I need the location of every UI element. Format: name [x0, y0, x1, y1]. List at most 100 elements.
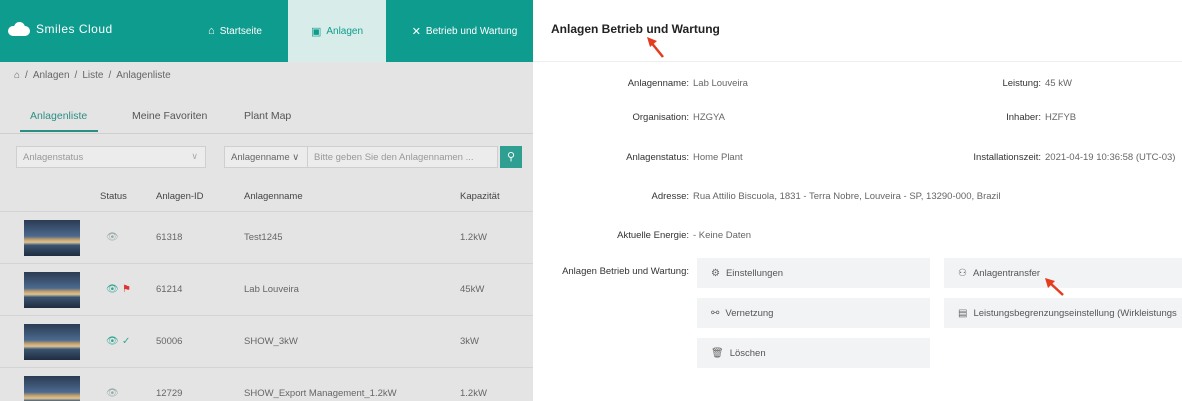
search-icon: ⚲ [506, 151, 516, 163]
field-value-organisation: HZGYA [693, 112, 726, 123]
loeschen-button[interactable]: 🗑 Löschen [697, 338, 930, 368]
breadcrumb-item-current: Anlagenliste [116, 70, 171, 81]
eye-icon: 👁 [106, 232, 119, 243]
row-id: 50006 [156, 336, 183, 347]
field-label: Anlagenstatus: [626, 152, 689, 163]
annotation-arrow-icon [647, 37, 664, 58]
plant-thumbnail [24, 220, 80, 256]
chevron-down-icon: ∨ [292, 152, 300, 163]
row-capacity: 1.2kW [460, 388, 487, 399]
row-id: 61214 [156, 284, 183, 295]
table-header: Status Anlagen-ID Anlagenname Kapazität [0, 180, 533, 212]
field-label: Adresse: [651, 191, 690, 202]
tab-anlagenliste[interactable]: Anlagenliste [30, 110, 87, 122]
breadcrumb-item[interactable]: Anlagen [33, 70, 70, 81]
cloud-logo-icon [8, 22, 30, 36]
table-row[interactable]: 👁 12729 SHOW_Export Management_1.2kW 1.2… [0, 368, 533, 401]
status-filter-select[interactable]: Anlagenstatus ∨ [16, 146, 206, 168]
row-id: 12729 [156, 388, 183, 399]
nav-betrieb-und-wartung[interactable]: ✕ Betrieb und Wartung [396, 0, 533, 62]
nav-startseite[interactable]: ⌂ Startseite [190, 0, 280, 62]
nav-anlagen-label: Anlagen [326, 25, 364, 37]
field-value-adresse: Rua Attilio Biscuola, 1831 - Terra Nobre… [693, 191, 1001, 202]
eye-icon: 👁 [106, 388, 119, 399]
trash-icon: 🗑 [711, 347, 724, 359]
name-field-select[interactable]: Anlagenname ∨ [224, 146, 308, 168]
row-name[interactable]: SHOW_3kW [244, 336, 298, 347]
eye-icon: 👁 [106, 336, 119, 347]
field-label: Inhaber: [1006, 112, 1041, 123]
field-label: Installationszeit: [973, 152, 1041, 163]
plant-list-app: Smiles Cloud ⌂ Startseite ▣ Anlagen ✕ Be… [0, 0, 533, 401]
row-name[interactable]: Test1245 [244, 232, 283, 243]
anlagentransfer-label: Anlagentransfer [972, 267, 1041, 279]
nav-anlagen[interactable]: ▣ Anlagen [288, 0, 386, 62]
vernetzung-button[interactable]: ⚯ Vernetzung [697, 298, 930, 328]
row-id: 61318 [156, 232, 183, 243]
field-value-anlagenname: Lab Louveira [693, 78, 748, 89]
betrieb-wartung-panel: Anlagen Betrieb und Wartung Anlagenname:… [533, 0, 1182, 401]
breadcrumb-separator: / [74, 70, 78, 81]
page: Smiles Cloud ⌂ Startseite ▣ Anlagen ✕ Be… [0, 0, 1182, 401]
row-capacity: 1.2kW [460, 232, 487, 243]
leistungsbegrenzung-label: Leistungsbegrenzungseinstellung (Wirklei… [973, 307, 1177, 319]
breadcrumb-separator: / [108, 70, 112, 81]
row-capacity: 45kW [460, 284, 485, 295]
breadcrumb: ⌂ / Anlagen / Liste / Anlagenliste [14, 70, 171, 81]
top-navigation-bar: Smiles Cloud ⌂ Startseite ▣ Anlagen ✕ Be… [0, 0, 533, 62]
active-tab-indicator [20, 130, 98, 132]
column-kapazitaet[interactable]: Kapazität [460, 191, 500, 202]
field-label: Leistung: [1002, 78, 1041, 89]
home-icon: ⌂ [208, 25, 215, 37]
plant-thumbnail [24, 272, 80, 308]
name-field-select-label: Anlagenname [231, 152, 290, 163]
status-filter-placeholder: Anlagenstatus [23, 152, 84, 163]
panel-title: Anlagen Betrieb und Wartung [551, 22, 720, 36]
home-icon[interactable]: ⌂ [14, 70, 20, 81]
plant-icon: ▣ [310, 25, 322, 38]
table-row[interactable]: 👁 61318 Test1245 1.2kW [0, 212, 533, 264]
tab-plant-map[interactable]: Plant Map [244, 110, 291, 122]
user-icon: ⚇ [958, 267, 967, 279]
nav-betrieb-label: Betrieb und Wartung [425, 25, 518, 37]
breadcrumb-item[interactable]: Liste [82, 70, 103, 81]
tools-icon: ✕ [411, 25, 421, 38]
panel-header: Anlagen Betrieb und Wartung [533, 0, 1182, 62]
network-icon: ⚯ [711, 307, 720, 319]
column-anlagenname[interactable]: Anlagenname [244, 191, 303, 202]
loeschen-label: Löschen [729, 347, 766, 359]
field-label: Organisation: [632, 112, 689, 123]
field-value-status: Home Plant [693, 152, 743, 163]
plant-thumbnail [24, 324, 80, 360]
field-value-leistung: 45 kW [1045, 78, 1072, 89]
column-anlagen-id[interactable]: Anlagen-ID [156, 191, 204, 202]
row-name[interactable]: SHOW_Export Management_1.2kW [244, 388, 397, 399]
column-status[interactable]: Status [100, 191, 127, 202]
chevron-down-icon: ∨ [191, 151, 198, 161]
field-value-installationszeit: 2021-04-19 10:36:58 (UTC-03) [1045, 152, 1176, 163]
row-capacity: 3kW [460, 336, 479, 347]
field-value-energie: - Keine Daten [693, 230, 752, 241]
table-row[interactable]: 👁 ✓ 50006 SHOW_3kW 3kW [0, 316, 533, 368]
field-label: Aktuelle Energie: [617, 230, 689, 241]
search-button[interactable]: ⚲ [500, 146, 522, 168]
table-row[interactable]: 👁 ⚑ 61214 Lab Louveira 45kW [0, 264, 533, 316]
nav-startseite-label: Startseite [219, 25, 262, 37]
eye-icon: 👁 [106, 284, 119, 295]
einstellungen-button[interactable]: ⚙ Einstellungen [697, 258, 930, 288]
breadcrumb-separator: / [25, 70, 28, 81]
row-name[interactable]: Lab Louveira [244, 284, 299, 295]
brand-logo[interactable]: Smiles Cloud [8, 22, 113, 36]
brand-name: Smiles Cloud [36, 22, 113, 36]
leistungsbegrenzung-button[interactable]: ▤ Leistungsbegrenzungseinstellung (Wirkl… [944, 298, 1182, 328]
plant-thumbnail [24, 376, 80, 401]
field-label: Anlagenname: [627, 78, 689, 89]
settings-panel-icon: ▤ [958, 307, 968, 319]
search-input[interactable]: Bitte geben Sie den Anlagennamen ... [308, 146, 498, 168]
tab-meine-favoriten[interactable]: Meine Favoriten [132, 110, 207, 122]
gear-icon: ⚙ [711, 267, 720, 279]
check-circle-icon: ✓ [122, 336, 131, 347]
field-value-inhaber: HZFYB [1045, 112, 1077, 123]
search-input-placeholder: Bitte geben Sie den Anlagennamen ... [314, 152, 474, 163]
field-label: Anlagen Betrieb und Wartung: [562, 266, 689, 277]
